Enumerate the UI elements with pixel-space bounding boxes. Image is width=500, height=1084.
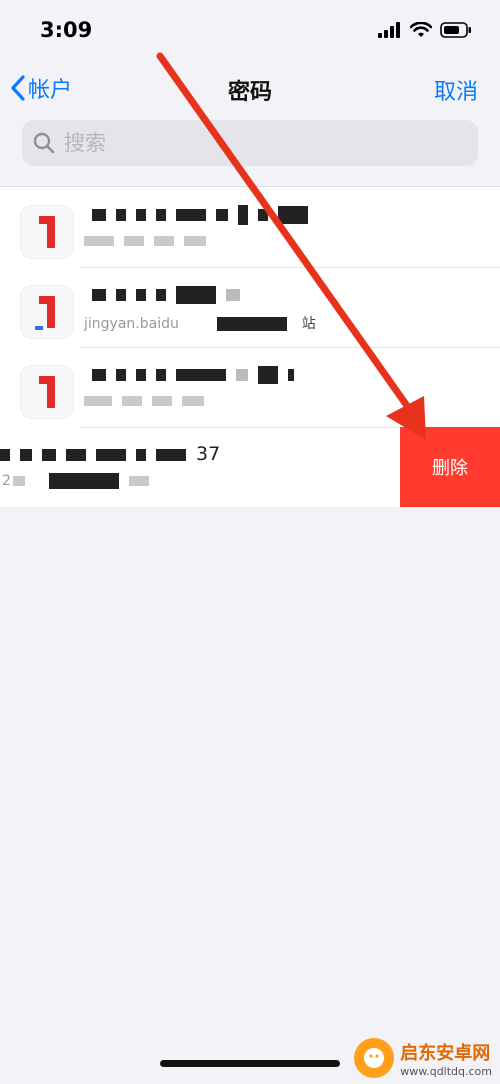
cancel-button[interactable]: 取消 [434,74,478,106]
masked-title [92,203,318,225]
masked-subtitle [84,393,214,409]
app-logo-icon [39,376,55,408]
nav-bar: 帐户 密码 取消 [0,60,500,118]
android-icon [364,1048,385,1068]
list-item[interactable] [0,347,500,427]
masked-title: 37 [0,443,220,465]
masked-title [92,283,250,305]
watermark-url: www.qdltdq.com [400,1064,492,1078]
watermark-logo [354,1038,395,1078]
search-input[interactable] [62,130,446,156]
chevron-left-icon [11,75,25,101]
app-icon [20,205,74,259]
app-icon [20,365,74,419]
signal-icon [378,22,400,38]
app-icon [20,285,74,339]
list-item[interactable]: jingyan.baidu 站 [0,267,500,347]
wifi-icon [410,22,432,37]
watermark-text: 启东安卓网 www.qdltdq.com [400,1039,492,1078]
app-logo-icon [39,216,55,248]
screen: 3:09 帐户 密码 取消 搜索 jingyan.baidu 站 37 2 删除… [0,0,500,1084]
swiped-row-content: 37 2 [0,427,400,507]
masked-subtitle [84,233,216,249]
list-item[interactable] [0,187,500,267]
status-time: 3:09 [40,18,93,42]
page-title: 密码 [227,80,272,105]
app-logo-icon [35,296,55,330]
status-icons [378,22,472,38]
back-label: 帐户 [28,78,73,103]
list-item-swiped[interactable]: 37 2 删除 [0,427,500,507]
search-bar[interactable] [22,120,478,166]
home-indicator [160,1060,340,1067]
masked-title [92,363,304,385]
row-subtitle: 2 [2,473,159,489]
battery-icon [440,22,471,38]
watermark-name: 启东安卓网 [400,1042,491,1064]
password-list: jingyan.baidu 站 37 2 删除 [0,186,500,507]
back-button[interactable]: 帐户 [10,72,72,104]
watermark: 启东安卓网 www.qdltdq.com [354,1038,492,1078]
search-icon [33,132,55,154]
delete-button[interactable]: 删除 [400,427,500,507]
status-bar: 3:09 [0,0,500,60]
row-subtitle: jingyan.baidu 站 [84,316,316,332]
